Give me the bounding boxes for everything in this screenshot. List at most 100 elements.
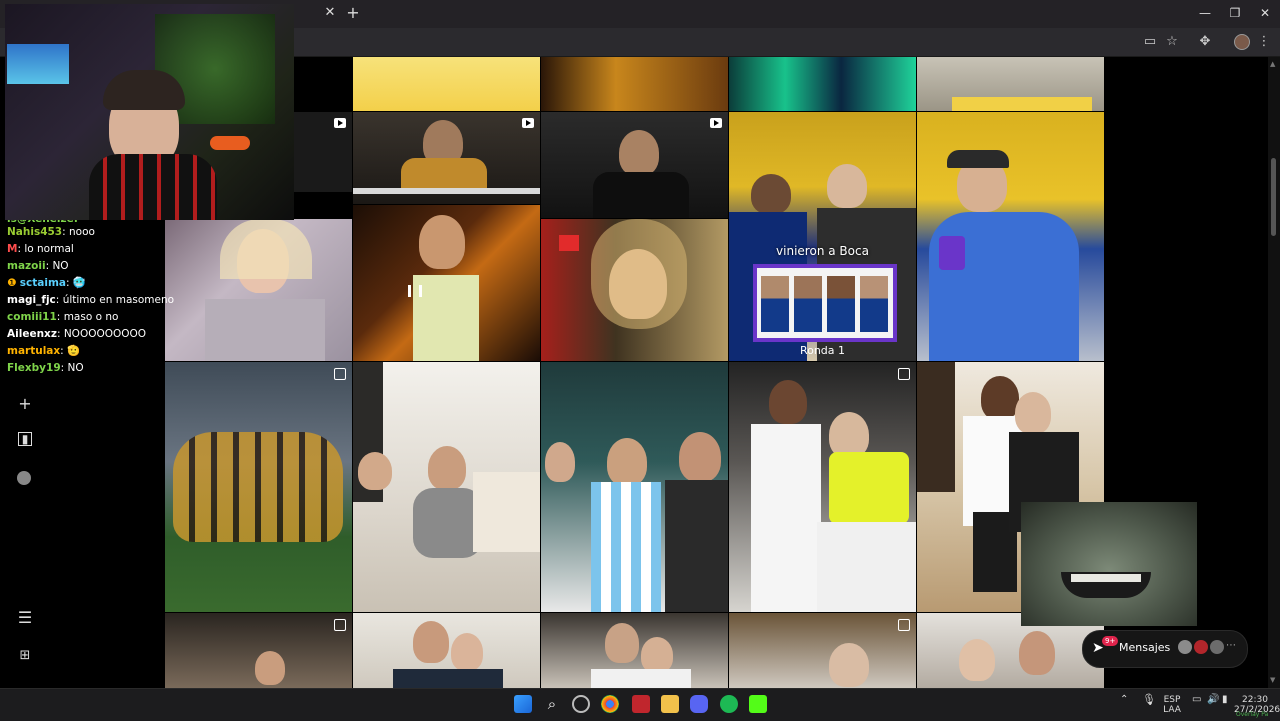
stream-chat: is@Xeneize: Nahis453: nooo M: lo normal …: [7, 214, 175, 377]
chat-message: mazoii: NO: [7, 260, 69, 272]
player-card: [761, 276, 789, 332]
decor: [917, 362, 955, 492]
reel-icon: [334, 118, 346, 128]
reel-icon: [522, 118, 534, 128]
page-scrollbar[interactable]: [1268, 57, 1280, 688]
shirt-white: [751, 424, 821, 612]
team-photo: [173, 432, 343, 542]
face: [679, 432, 721, 482]
volume-icon[interactable]: 🔊: [1207, 695, 1219, 705]
player-card: [860, 276, 888, 332]
chat-username: M: [7, 243, 18, 255]
tab-close-icon[interactable]: ✕: [323, 5, 337, 21]
cat-teeth: [1071, 574, 1141, 582]
grid-post-2-2[interactable]: [541, 219, 728, 361]
more-icon[interactable]: ⋯: [1226, 640, 1236, 651]
person-right: [827, 164, 867, 208]
minimize-button[interactable]: —: [1190, 4, 1220, 22]
carousel-icon: [334, 619, 346, 631]
grid-post-3-1[interactable]: [353, 362, 540, 612]
battery-icon[interactable]: ▮: [1222, 695, 1228, 705]
scroll-up-icon[interactable]: ▲: [1270, 60, 1278, 68]
grid-post-1-2[interactable]: [541, 112, 728, 218]
chat-username: magi_fjc: [7, 294, 56, 306]
chat-message: magi_fjc: último en masomeno: [7, 294, 175, 306]
maximize-button[interactable]: ❐: [1220, 4, 1250, 22]
carousel-icon: [898, 368, 910, 380]
face: [451, 633, 483, 671]
microphone-icon[interactable]: 🎙: [1142, 694, 1156, 705]
grid-post-3-2[interactable]: [541, 362, 728, 612]
overlay-watermark: Overlay Pa: [1236, 711, 1269, 718]
face: [428, 446, 466, 490]
windows-start-icon[interactable]: [514, 695, 532, 713]
cast-icon[interactable]: ▭: [1142, 34, 1158, 50]
streamer-jersey: [89, 154, 217, 220]
scroll-down-icon[interactable]: ▼: [1270, 676, 1278, 684]
chat-text: maso o no: [63, 311, 119, 323]
sidebar-avatar[interactable]: [17, 471, 31, 485]
keyboard-layout: LAA: [1163, 705, 1181, 715]
face: [607, 438, 647, 486]
hair: [220, 219, 312, 279]
search-icon[interactable]: ⌕: [543, 695, 561, 713]
create-plus-icon[interactable]: +: [16, 395, 34, 413]
blue-shirt: [929, 212, 1079, 361]
close-window-button[interactable]: ✕: [1250, 4, 1280, 22]
browser-menu-icon[interactable]: ⋮: [1256, 34, 1272, 50]
grid-post-1-0[interactable]: [294, 112, 352, 192]
app-icon[interactable]: [632, 695, 650, 713]
grid-post-2-1[interactable]: [353, 205, 540, 361]
grid-post-1-1[interactable]: [353, 112, 540, 204]
chat-message: Aileenxz: NOOOOOOOOO: [7, 328, 147, 340]
grid-post-0-3[interactable]: [729, 57, 916, 111]
app-icon[interactable]: [572, 695, 590, 713]
stats-chart-icon[interactable]: ▮: [18, 432, 32, 446]
messages-label[interactable]: Mensajes: [1119, 641, 1170, 654]
face: [829, 643, 869, 687]
chat-username: Flexby19: [7, 362, 61, 374]
cabify-mic: [939, 236, 965, 270]
discord-icon[interactable]: [690, 695, 708, 713]
grid-post-3-3[interactable]: [729, 362, 916, 612]
chat-message: ❶ sctaima: 🥶: [7, 277, 86, 289]
grid-post-3-0[interactable]: [165, 362, 352, 612]
clock-time: 22:30: [1242, 695, 1268, 705]
kick-icon[interactable]: [749, 695, 767, 713]
emote-icon: 🥶: [72, 277, 86, 289]
shirt: [817, 522, 916, 612]
profile-avatar[interactable]: [1234, 34, 1250, 50]
chat-message: M: lo normal: [7, 243, 74, 255]
shirts: [591, 669, 691, 688]
scrollbar-thumb[interactable]: [1271, 158, 1276, 236]
apps-grid-icon[interactable]: ⊞: [16, 647, 34, 665]
grid-post-0-4[interactable]: [917, 57, 1104, 111]
grid-post-4-3[interactable]: [729, 613, 916, 688]
menu-icon[interactable]: ☰: [16, 609, 34, 627]
new-tab-icon[interactable]: +: [345, 5, 361, 21]
bookmark-star-icon[interactable]: ☆: [1164, 34, 1180, 50]
network-icon[interactable]: ▭: [1192, 695, 1201, 705]
grid-post-2-0[interactable]: [165, 219, 352, 361]
file-explorer-icon[interactable]: [661, 695, 679, 713]
messages-badge: 9+: [1102, 636, 1119, 646]
chrome-icon[interactable]: [601, 695, 619, 713]
chat-username: sctaima: [19, 277, 66, 289]
grid-post-boca-reel[interactable]: vinieron a Boca Ronda 1: [729, 112, 916, 361]
reel-icon: [710, 118, 722, 128]
extensions-icon[interactable]: ✥: [1197, 34, 1213, 50]
grid-post-4-0[interactable]: [165, 613, 352, 688]
grid-post-4-1[interactable]: [353, 613, 540, 688]
chat-text: NO: [67, 362, 84, 374]
grid-post-4-2[interactable]: [541, 613, 728, 688]
chat-message: comiii11: maso o no: [7, 311, 119, 323]
avatar: [1194, 640, 1208, 654]
spotify-icon[interactable]: [720, 695, 738, 713]
grid-post-boca-interview[interactable]: [917, 112, 1104, 361]
grid-post-0-2[interactable]: [541, 57, 728, 111]
grid-post-0-1[interactable]: [353, 57, 540, 111]
tray-chevron-icon[interactable]: ⌃: [1120, 695, 1128, 705]
pause-icon[interactable]: [408, 285, 422, 297]
chat-text: nooo: [69, 226, 95, 238]
language-indicator[interactable]: ESP LAA: [1160, 695, 1184, 715]
